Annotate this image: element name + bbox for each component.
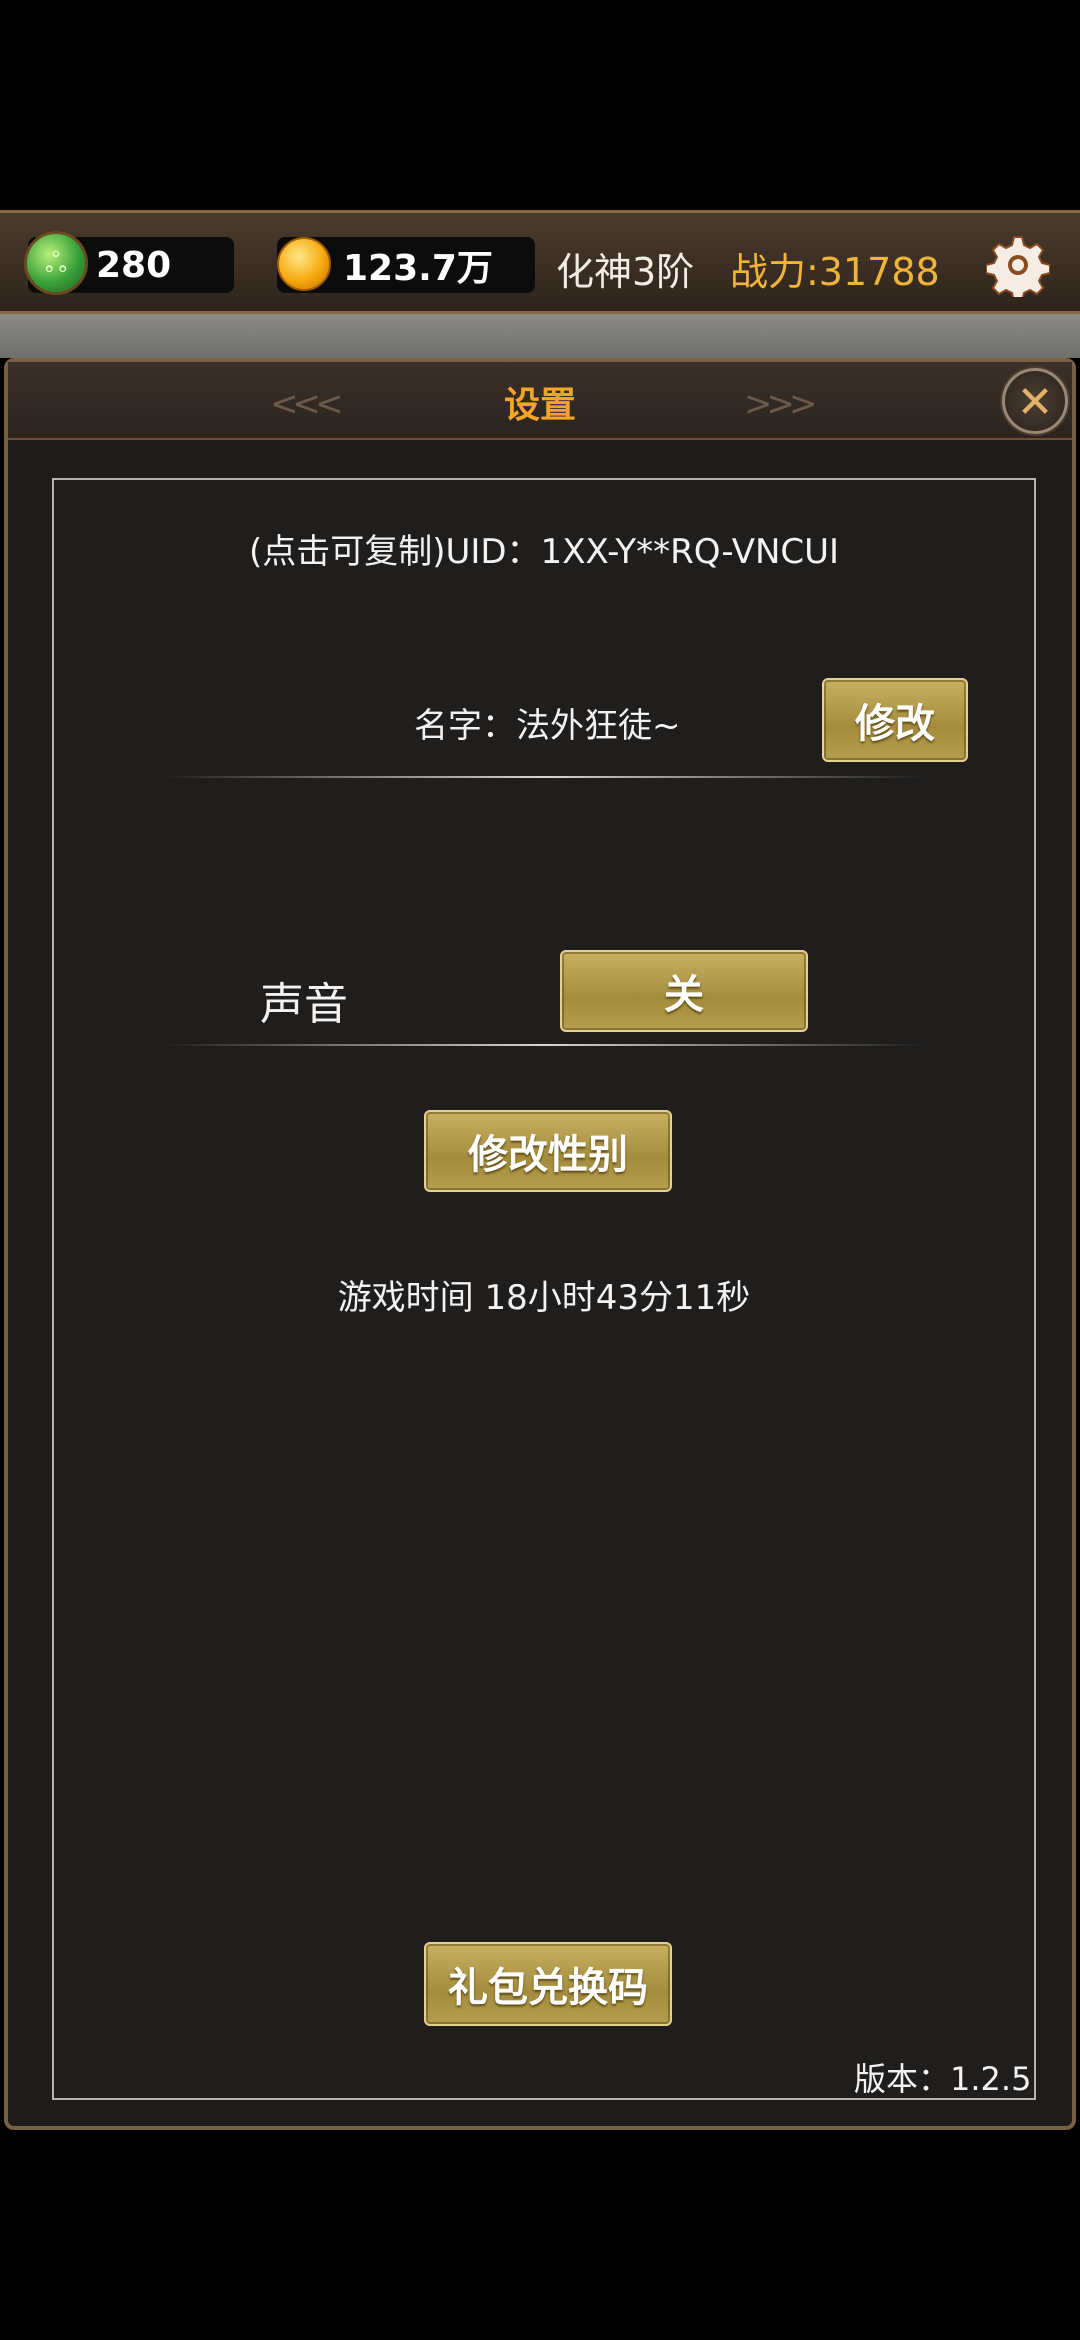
status-bar-area — [0, 0, 1080, 210]
gift-code-button[interactable]: 礼包兑换码 — [424, 1942, 672, 2026]
settings-button[interactable] — [985, 233, 1051, 302]
cultivation-realm: 化神3阶 — [556, 250, 695, 294]
change-gender-button[interactable]: 修改性别 — [424, 1110, 672, 1192]
play-time: 游戏时间 18小时43分11秒 — [337, 1278, 751, 1318]
sound-toggle-button[interactable]: 关 — [560, 950, 808, 1032]
jade-currency-icon — [24, 231, 88, 295]
gold-amount: 123.7万 — [343, 248, 493, 289]
resource-bar: 280 123.7万 化神3阶 战力:31788 — [0, 210, 1080, 314]
jade-counter[interactable]: 280 — [24, 231, 234, 295]
navigation-bar-area — [0, 2130, 1080, 2340]
combat-power: 战力:31788 — [730, 250, 940, 294]
close-icon: ✕ — [1016, 377, 1054, 428]
panel-header: <<< 设置 >>> ✕ — [8, 362, 1072, 440]
divider — [164, 1044, 924, 1046]
sound-label: 声音 — [260, 979, 348, 1030]
grey-strip — [0, 314, 1080, 358]
player-name: 名字：法外狂徒~ — [414, 706, 681, 746]
version-label: 版本：1.2.5 — [854, 2060, 1032, 2098]
settings-content: (点击可复制)UID：1XX-Y**RQ-VNCUI 名字：法外狂徒~ 修改 声… — [52, 478, 1036, 2100]
close-button[interactable]: ✕ — [1002, 368, 1068, 434]
gear-icon — [985, 236, 1051, 302]
edit-name-button[interactable]: 修改 — [822, 678, 968, 762]
ornament-right: >>> — [744, 384, 818, 424]
gold-coin-icon — [277, 237, 331, 291]
divider — [164, 776, 924, 778]
settings-panel: <<< 设置 >>> ✕ (点击可复制)UID：1XX-Y**RQ-VNCUI … — [4, 358, 1076, 2130]
gold-counter[interactable]: 123.7万 — [277, 237, 535, 293]
panel-title: 设置 — [503, 385, 576, 426]
uid-copy-text[interactable]: (点击可复制)UID：1XX-Y**RQ-VNCUI — [54, 524, 1034, 573]
jade-count: 280 — [96, 244, 172, 286]
